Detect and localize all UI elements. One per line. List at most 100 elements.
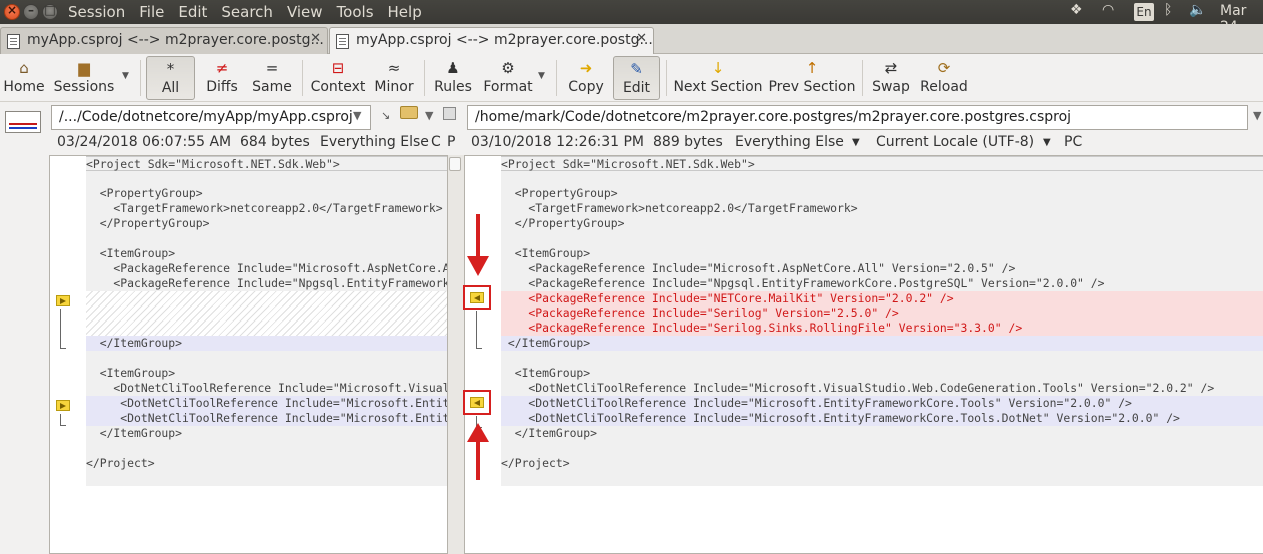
sessions-button[interactable]: ▆ Sessions <box>50 56 118 100</box>
right-path-dropdown-icon[interactable]: ▼ <box>1253 109 1261 122</box>
code-line[interactable]: <DotNetCliToolReference Include="Microso… <box>86 396 447 411</box>
right-file-pane[interactable]: <Project Sdk="Microsoft.NET.Sdk.Web"> <P… <box>464 155 1263 554</box>
copy-button[interactable]: ➜ Copy <box>564 56 608 100</box>
code-line[interactable]: </ItemGroup> <box>501 426 1263 441</box>
bluetooth-icon[interactable]: ᛒ <box>1164 2 1172 18</box>
rules-button[interactable]: ♟ Rules <box>430 56 476 100</box>
left-path-dropdown-icon[interactable]: ▼ <box>353 109 361 122</box>
code-line[interactable]: </PropertyGroup> <box>86 216 447 231</box>
code-line[interactable]: </ItemGroup> <box>86 426 447 441</box>
left-path-input[interactable]: /.../Code/dotnetcore/myApp/myApp.csproj <box>51 105 371 130</box>
menu-file[interactable]: File <box>139 3 164 21</box>
code-line[interactable] <box>86 171 447 186</box>
left-file-encoding[interactable]: C <box>431 134 441 150</box>
code-line[interactable]: <TargetFramework>netcoreapp2.0</TargetFr… <box>86 201 447 216</box>
code-line[interactable] <box>86 321 447 336</box>
left-browse-dropdown-icon[interactable]: ▼ <box>425 109 433 122</box>
code-line[interactable] <box>86 231 447 246</box>
code-line[interactable]: <PackageReference Include="NETCore.MailK… <box>501 291 1263 306</box>
filter-all-button[interactable]: * All <box>146 56 195 100</box>
minor-button[interactable]: ≈ Minor <box>370 56 418 100</box>
code-line[interactable]: <PackageReference Include="Microsoft.Asp… <box>86 261 447 276</box>
next-section-button[interactable]: ↓ Next Section <box>672 56 764 100</box>
code-line[interactable] <box>501 351 1263 366</box>
code-line[interactable] <box>86 306 447 321</box>
code-line[interactable] <box>86 351 447 366</box>
diff-marker-icon[interactable] <box>56 400 70 411</box>
tab-session-1[interactable]: myApp.csproj <--> m2prayer.core.postg...… <box>0 27 328 54</box>
code-line[interactable]: <Project Sdk="Microsoft.NET.Sdk.Web"> <box>86 156 447 171</box>
filter-same-button[interactable]: = Same <box>250 56 294 100</box>
wifi-icon[interactable]: ◠ <box>1102 2 1114 18</box>
prev-section-button[interactable]: ↑ Prev Section <box>768 56 856 100</box>
menu-view[interactable]: View <box>287 3 323 21</box>
filter-diffs-button[interactable]: ≠ Diffs <box>200 56 244 100</box>
tab-session-2[interactable]: myApp.csproj <--> m2prayer.core.postg...… <box>329 27 654 55</box>
home-button[interactable]: ⌂ Home <box>2 56 46 100</box>
save-icon[interactable] <box>443 107 456 120</box>
code-line[interactable]: <DotNetCliToolReference Include="Microso… <box>86 411 447 426</box>
code-line[interactable]: <PackageReference Include="Serilog.Sinks… <box>501 321 1263 336</box>
code-line[interactable]: <DotNetCliToolReference Include="Microso… <box>501 381 1263 396</box>
window-close-button[interactable]: × <box>4 3 20 20</box>
code-line[interactable]: <DotNetCliToolReference Include="Microso… <box>501 396 1263 411</box>
menu-session[interactable]: Session <box>68 3 125 21</box>
reload-button[interactable]: ⟳ Reload <box>918 56 970 100</box>
code-line[interactable]: <TargetFramework>netcoreapp2.0</TargetFr… <box>501 201 1263 216</box>
code-line[interactable]: </ItemGroup> <box>86 336 447 351</box>
code-line[interactable] <box>501 441 1263 456</box>
right-encoding-dropdown-icon[interactable]: ▼ <box>1043 137 1051 148</box>
keyboard-language-indicator[interactable]: En <box>1134 3 1154 21</box>
file-format-icon[interactable] <box>5 111 41 133</box>
right-file-encoding[interactable]: Current Locale (UTF-8) <box>876 134 1034 150</box>
code-line[interactable]: <ItemGroup> <box>501 246 1263 261</box>
tab-close-icon[interactable]: ✕ <box>636 31 647 46</box>
code-line[interactable]: <DotNetCliToolReference Include="Microso… <box>86 381 447 396</box>
edit-button[interactable]: ✎ Edit <box>613 56 660 100</box>
right-path-input[interactable]: /home/mark/Code/dotnetcore/m2prayer.core… <box>467 105 1248 130</box>
menu-tools[interactable]: Tools <box>337 3 374 21</box>
code-line[interactable] <box>86 291 447 306</box>
swap-button[interactable]: ⇄ Swap <box>868 56 914 100</box>
right-format-dropdown-icon[interactable]: ▼ <box>852 137 860 148</box>
open-folder-icon[interactable] <box>400 106 418 119</box>
code-line[interactable] <box>501 171 1263 186</box>
code-line[interactable] <box>86 441 447 456</box>
code-line[interactable]: <PackageReference Include="Serilog" Vers… <box>501 306 1263 321</box>
copy-to-left-button[interactable] <box>463 285 491 310</box>
menu-help[interactable]: Help <box>388 3 422 21</box>
left-text-area[interactable]: <Project Sdk="Microsoft.NET.Sdk.Web"> <P… <box>86 156 447 486</box>
menu-search[interactable]: Search <box>221 3 273 21</box>
tab-close-icon[interactable]: ✕ <box>310 31 321 46</box>
code-line[interactable] <box>501 231 1263 246</box>
code-line[interactable]: <DotNetCliToolReference Include="Microso… <box>501 411 1263 426</box>
right-file-line-ending[interactable]: PC <box>1064 134 1082 150</box>
right-text-area[interactable]: <Project Sdk="Microsoft.NET.Sdk.Web"> <P… <box>501 156 1263 486</box>
diff-marker-icon[interactable] <box>56 295 70 306</box>
menu-edit[interactable]: Edit <box>178 3 207 21</box>
code-line[interactable]: </Project> <box>86 456 447 471</box>
center-splitter[interactable] <box>448 155 464 554</box>
left-file-line-ending[interactable]: P <box>447 134 455 150</box>
context-button[interactable]: ⊟ Context <box>308 56 368 100</box>
code-line[interactable]: <PackageReference Include="Microsoft.Asp… <box>501 261 1263 276</box>
copy-to-left-button[interactable] <box>463 390 491 415</box>
code-line[interactable]: </ItemGroup> <box>501 336 1263 351</box>
code-line[interactable]: <ItemGroup> <box>501 366 1263 381</box>
code-line[interactable]: <Project Sdk="Microsoft.NET.Sdk.Web"> <box>501 156 1263 171</box>
left-file-pane[interactable]: <Project Sdk="Microsoft.NET.Sdk.Web"> <P… <box>49 155 448 554</box>
code-line[interactable]: <ItemGroup> <box>86 246 447 261</box>
sessions-dropdown-icon[interactable]: ▼ <box>122 71 129 81</box>
code-line[interactable]: <PackageReference Include="Npgsql.Entity… <box>86 276 447 291</box>
code-line[interactable]: </PropertyGroup> <box>501 216 1263 231</box>
volume-icon[interactable]: 🔈 <box>1189 2 1206 18</box>
left-browse-arrow-icon[interactable]: ↘ <box>381 109 390 122</box>
window-maximize-button[interactable]: □ <box>42 3 58 20</box>
code-line[interactable]: <PropertyGroup> <box>86 186 447 201</box>
window-minimize-button[interactable]: – <box>23 3 39 20</box>
dropbox-icon[interactable]: ❖ <box>1070 2 1083 18</box>
right-file-format[interactable]: Everything Else <box>735 134 844 150</box>
code-line[interactable]: <PackageReference Include="Npgsql.Entity… <box>501 276 1263 291</box>
format-dropdown-icon[interactable]: ▼ <box>538 71 545 81</box>
code-line[interactable]: <ItemGroup> <box>86 366 447 381</box>
